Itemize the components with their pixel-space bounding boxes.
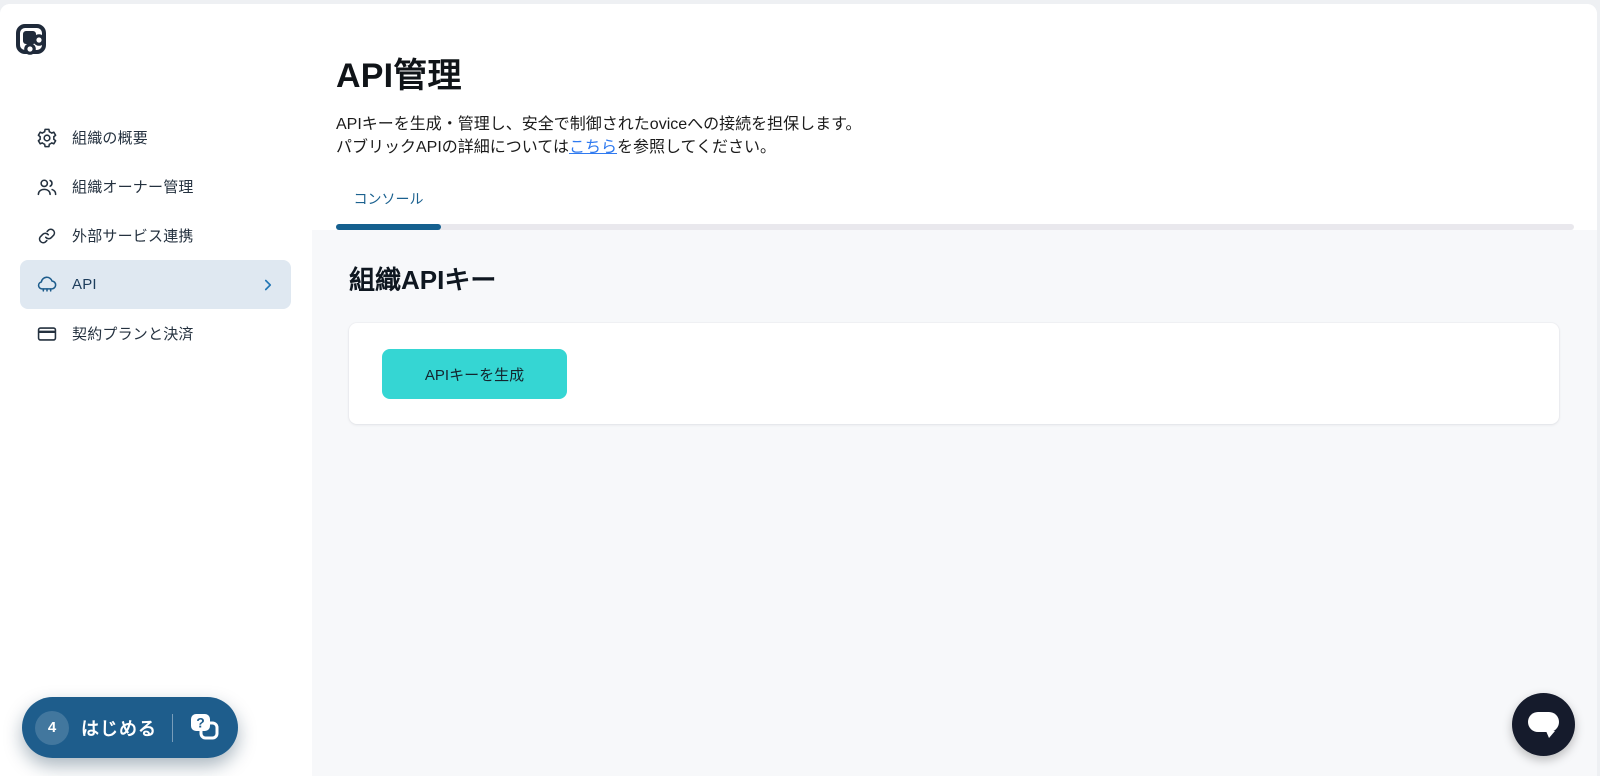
help-question-icon[interactable]: ? [188,711,222,745]
chat-bubble-icon [1512,691,1575,759]
gear-icon [36,127,58,149]
onboarding-launcher[interactable]: 4 はじめる ? [22,697,238,758]
sidebar-item-api[interactable]: API [20,260,291,309]
generate-api-key-button[interactable]: APIキーを生成 [382,349,567,399]
sidebar-item-org-owner-management[interactable]: 組織オーナー管理 [20,162,291,211]
description-line2-prefix: パブリックAPIの詳細については [336,139,569,156]
description-line2-suffix: を参照してください。 [617,139,776,156]
tab-console[interactable]: コンソール [336,189,441,224]
app-window: 組織の概要 組織オーナー管理 [0,4,1597,776]
onboarding-divider [172,714,173,742]
cloud-icon [36,274,58,296]
main-area: API管理 APIキーを生成・管理し、安全で制御されたoviceへの接続を担保し… [312,4,1597,776]
sidebar-item-label: 組織の概要 [72,127,148,148]
sidebar-item-label: 組織オーナー管理 [72,176,194,197]
description-line1: APIキーを生成・管理し、安全で制御されたoviceへの接続を担保します。 [336,116,862,133]
page-title: API管理 [336,48,1597,97]
tab-bar: コンソール [336,189,1597,230]
users-icon [36,176,58,198]
sidebar-nav: 組織の概要 組織オーナー管理 [0,113,312,358]
docs-link[interactable]: こちら [569,139,617,156]
chat-launcher-button[interactable] [1512,693,1575,756]
sidebar-item-org-overview[interactable]: 組織の概要 [20,113,291,162]
sidebar-item-label: 契約プランと決済 [72,323,194,344]
onboarding-count-badge: 4 [35,711,69,745]
svg-text:?: ? [196,714,205,730]
sidebar-item-label: 外部サービス連携 [72,225,194,246]
sidebar: 組織の概要 組織オーナー管理 [0,4,312,776]
section-title: 組織APIキー [349,260,1597,297]
tab-content: 組織APIキー APIキーを生成 [312,230,1597,776]
link-icon [36,225,58,247]
onboarding-label: はじめる [81,715,157,741]
page-description: APIキーを生成・管理し、安全で制御されたoviceへの接続を担保します。 パブ… [336,113,1597,159]
chevron-right-icon [259,276,277,294]
credit-card-icon [36,323,58,345]
sidebar-item-plan-billing[interactable]: 契約プランと決済 [20,309,291,358]
sidebar-item-label: API [72,276,97,293]
ovice-logo-icon[interactable] [14,22,50,58]
sidebar-item-external-services[interactable]: 外部サービス連携 [20,211,291,260]
api-key-card: APIキーを生成 [349,323,1559,424]
page-header: API管理 APIキーを生成・管理し、安全で制御されたoviceへの接続を担保し… [312,4,1597,230]
